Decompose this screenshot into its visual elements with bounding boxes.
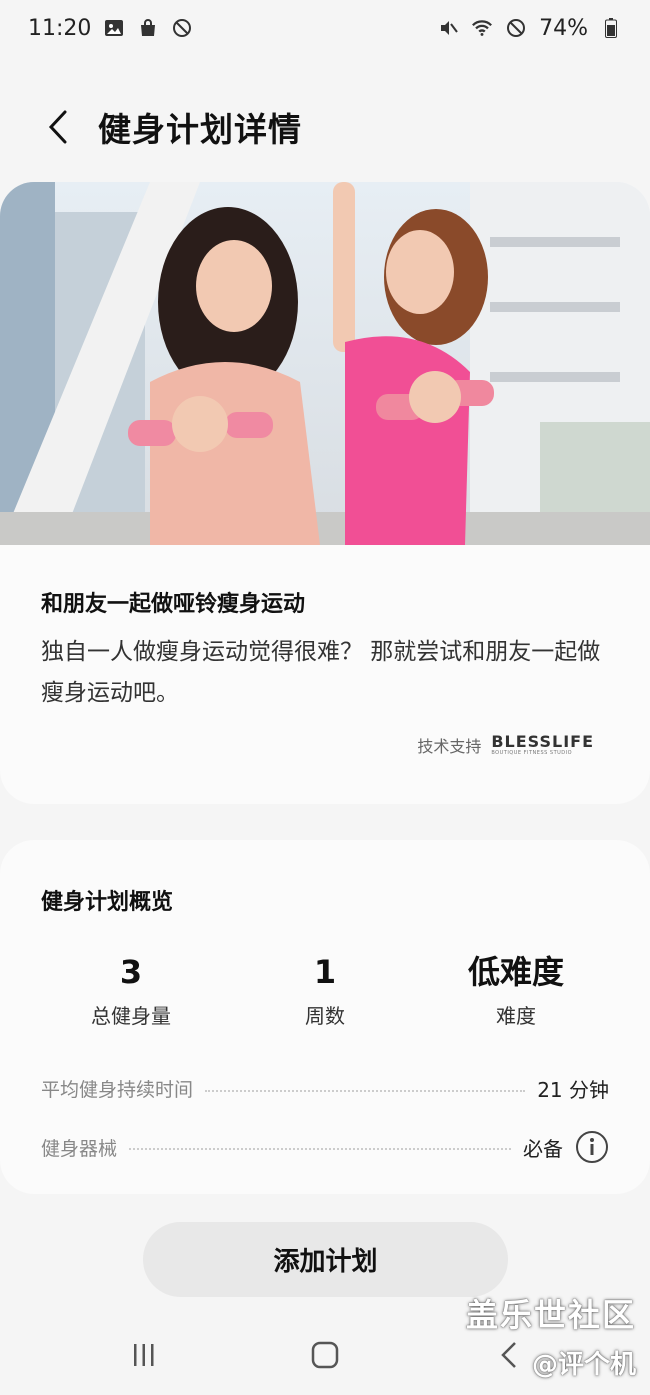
back-button[interactable]: [38, 107, 78, 147]
overview-card: 健身计划概览 3 总健身量 1 周数 低难度 难度 平均健身持续时间 21 分钟…: [0, 840, 650, 1194]
overview-title: 健身计划概览: [41, 890, 174, 915]
recent-apps-icon: [134, 1344, 154, 1366]
stat-label: 总健身量: [91, 1004, 171, 1028]
status-bar: 11:20 74%: [0, 0, 650, 56]
row-avg-duration: 平均健身持续时间 21 分钟: [41, 1074, 609, 1103]
home-icon: [311, 1341, 339, 1369]
battery-percent: 74%: [539, 15, 588, 41]
stat-label: 难度: [496, 1004, 536, 1028]
page-title: 健身计划详情: [98, 110, 302, 149]
blocked-sync-icon: [171, 17, 193, 39]
home-button[interactable]: [300, 1330, 350, 1380]
brand-logo: BLESSLIFE BOUTIQUE FITNESS STUDIO: [491, 731, 594, 757]
brand-sub: BOUTIQUE FITNESS STUDIO: [491, 749, 573, 756]
add-plan-button[interactable]: 添加计划: [143, 1222, 508, 1297]
row-equipment: 健身器械 必备: [41, 1130, 609, 1164]
row-label: 健身器械: [41, 1137, 118, 1160]
stat-value: 低难度: [467, 953, 564, 991]
row-value: 必备: [523, 1130, 609, 1164]
brand-name: BLESSLIFE: [491, 731, 594, 751]
status-time: 11:20: [28, 15, 92, 41]
plan-card: 和朋友一起做哑铃瘦身运动 独自一人做瘦身运动觉得很难？ 那就尝试和朋友一起做瘦身…: [0, 182, 650, 804]
stat-value: 1: [313, 953, 337, 991]
stat-label: 周数: [305, 1004, 345, 1028]
row-label: 平均健身持续时间: [41, 1079, 194, 1101]
header: 健身计划详情: [0, 92, 650, 162]
status-left: 11:20: [28, 16, 193, 41]
stat-difficulty: 低难度 难度: [426, 954, 606, 1029]
stat-weeks: 1 周数: [235, 954, 415, 1029]
hero-image: [0, 182, 650, 545]
shopping-bag-icon: [137, 17, 159, 39]
do-not-disturb-icon: [505, 17, 527, 39]
info-icon[interactable]: [575, 1130, 609, 1164]
watermark-line1: 盖乐世社区: [465, 1296, 636, 1334]
stat-value: 3: [119, 953, 143, 991]
recent-apps-button[interactable]: [119, 1330, 169, 1380]
equipment-value: 必备: [523, 1136, 563, 1161]
plan-description: 独自一人做瘦身运动觉得很难？ 那就尝试和朋友一起做瘦身运动吧。: [41, 639, 601, 706]
stat-total-workouts: 3 总健身量: [41, 954, 221, 1029]
credit: 技术支持 BLESSLIFE BOUTIQUE FITNESS STUDIO: [417, 733, 594, 757]
battery-icon: [600, 17, 622, 39]
watermark: 盖乐世社区 @评个机: [466, 1290, 636, 1381]
vibrate-mute-icon: [437, 17, 459, 39]
row-value: 21 分钟: [537, 1074, 609, 1103]
dotted-leader: [205, 1089, 526, 1092]
chevron-left-icon: [48, 110, 67, 144]
plan-heading: 和朋友一起做哑铃瘦身运动: [41, 592, 306, 617]
credit-label: 技术支持: [417, 737, 482, 756]
gallery-icon: [103, 17, 125, 39]
status-right: 74%: [437, 16, 622, 41]
watermark-line2: @评个机: [531, 1350, 636, 1380]
wifi-icon: [471, 17, 493, 39]
avg-duration-value: 21 分钟: [537, 1078, 609, 1102]
dotted-leader: [129, 1148, 511, 1150]
